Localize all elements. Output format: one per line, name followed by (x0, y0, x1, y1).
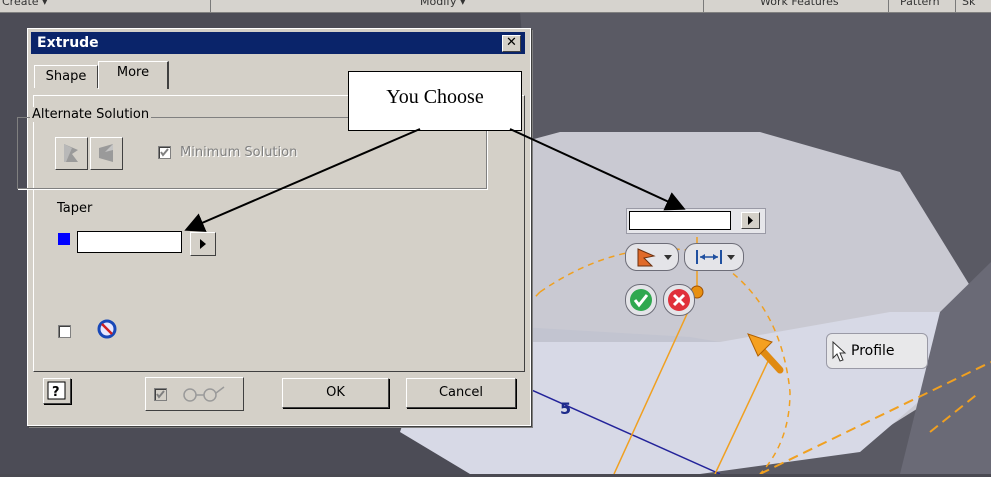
tab-shape-label: Shape (45, 69, 87, 84)
you-choose-callout: You Choose (348, 71, 522, 131)
cancel-button[interactable]: Cancel (406, 378, 516, 408)
infer-checkbox[interactable] (58, 325, 71, 338)
minimum-solution-icon (99, 144, 113, 162)
flip-direction-icon (64, 144, 78, 162)
ok-button[interactable]: OK (282, 378, 389, 408)
check-icon (630, 289, 652, 311)
close-icon: ✕ (506, 35, 517, 50)
taper-color-icon (58, 233, 70, 245)
minimum-solution-checkbox[interactable] (158, 146, 171, 159)
distance-dropdown-icon (696, 250, 735, 264)
callout-text: You Choose (386, 86, 484, 108)
profile-tooltip: Profile (826, 333, 928, 369)
cursor-icon (832, 341, 847, 362)
dialog-title-bar[interactable]: Extrude ✕ (31, 32, 525, 54)
modify-panel-label[interactable]: Modify ▾ (420, 0, 465, 8)
taper-flyout-button[interactable] (190, 232, 216, 256)
work-features-label[interactable]: Work Features (760, 0, 839, 8)
direction-dropdown-button[interactable] (625, 243, 679, 271)
pattern-label[interactable]: Pattern (900, 0, 940, 8)
svg-text:?: ? (52, 385, 60, 400)
close-button[interactable]: ✕ (502, 35, 521, 52)
apply-ok-button[interactable] (625, 284, 657, 316)
preview-toggle-button[interactable] (145, 377, 244, 411)
taper-angle-input[interactable] (77, 231, 182, 253)
right-arrow-icon (748, 216, 753, 225)
ribbon-bar: Create ▾ Modify ▾ Work Features Pattern … (0, 0, 991, 13)
create-panel-label[interactable]: Create ▾ (2, 0, 48, 8)
glasses-preview-icon (183, 386, 225, 402)
tab-shape[interactable]: Shape (34, 65, 98, 88)
tab-more-label: More (116, 65, 150, 80)
minitoolbar-distance-input[interactable] (629, 211, 731, 230)
minitoolbar-flyout-button[interactable] (741, 212, 760, 229)
help-button[interactable]: ? (43, 378, 71, 404)
profile-label: Profile (851, 343, 895, 359)
ok-label: OK (326, 385, 345, 400)
apply-cancel-button[interactable] (663, 284, 695, 316)
tab-more[interactable]: More (98, 61, 169, 89)
preview-checkbox[interactable] (154, 388, 167, 401)
alternate-solution-label: Alternate Solution (30, 107, 152, 122)
dialog-title: Extrude (37, 35, 99, 51)
cancel-label: Cancel (438, 385, 484, 400)
sketch-label[interactable]: Sk (962, 0, 975, 8)
right-arrow-icon (200, 239, 206, 249)
check-mark-icon (160, 148, 169, 157)
dimension-label: 5 (560, 399, 571, 418)
direction-dropdown-icon (637, 248, 672, 267)
alternate-solution-button-1[interactable] (55, 137, 88, 170)
distance-dropdown-button[interactable] (684, 243, 744, 271)
cancel-x-icon (668, 289, 690, 311)
minimum-solution-label: Minimum Solution (180, 145, 298, 160)
infer-icon[interactable] (96, 318, 118, 343)
alternate-solution-button-2[interactable] (90, 137, 123, 170)
taper-label: Taper (57, 201, 93, 216)
help-icon: ? (47, 381, 66, 400)
